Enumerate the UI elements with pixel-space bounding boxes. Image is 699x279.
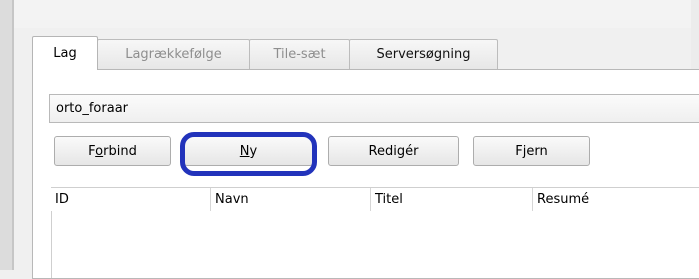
tab-label: Lagrækkefølge bbox=[125, 47, 222, 62]
new-button[interactable]: Ny bbox=[184, 136, 313, 166]
tab-label: Serversøgning bbox=[376, 47, 471, 62]
tab-label: Lag bbox=[53, 46, 77, 61]
connection-select[interactable]: orto_foraar bbox=[49, 94, 699, 123]
remove-button[interactable]: Fjern bbox=[473, 136, 590, 166]
connect-button-label: Forbind bbox=[88, 143, 137, 159]
connection-select-value: orto_foraar bbox=[56, 101, 129, 116]
column-header-resume[interactable]: Resumé bbox=[533, 188, 699, 211]
column-header-id[interactable]: ID bbox=[51, 188, 211, 211]
layers-panel: orto_foraar Forbind Ny Redigér Fjern ID … bbox=[32, 69, 699, 279]
tab-lagraekkefolge[interactable]: Lagrækkefølge bbox=[97, 39, 250, 69]
layers-table-body[interactable] bbox=[51, 211, 699, 278]
tab-label: Tile-sæt bbox=[273, 47, 326, 62]
connect-button[interactable]: Forbind bbox=[54, 136, 171, 166]
tab-lag[interactable]: Lag bbox=[32, 36, 98, 70]
new-button-label: Ny bbox=[239, 143, 258, 159]
top-area bbox=[14, 0, 691, 28]
tab-tile-saet[interactable]: Tile-sæt bbox=[249, 39, 350, 69]
edit-button[interactable]: Redigér bbox=[328, 136, 459, 166]
layers-table-header: ID Navn Titel Resumé bbox=[51, 187, 699, 212]
left-dock-edge bbox=[0, 0, 14, 270]
tab-serversogning[interactable]: Serversøgning bbox=[349, 39, 498, 69]
column-header-navn[interactable]: Navn bbox=[211, 188, 371, 211]
column-header-titel[interactable]: Titel bbox=[371, 188, 533, 211]
edit-button-label: Redigér bbox=[368, 143, 419, 159]
remove-button-label: Fjern bbox=[515, 143, 548, 159]
